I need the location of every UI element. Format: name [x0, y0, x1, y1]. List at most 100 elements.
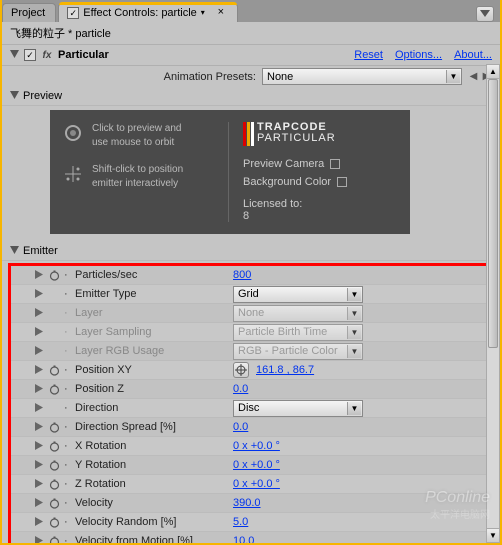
menu-triangle-icon	[480, 10, 490, 18]
prop-row: ·Emitter TypeGrid▼	[11, 285, 491, 304]
prop-label: Layer Sampling	[75, 326, 230, 338]
orbit-icon[interactable]	[62, 122, 84, 144]
prop-row: ·Direction Spread [%]0.0	[11, 418, 491, 437]
licensed-to: Licensed to: 8	[243, 198, 398, 222]
prop-label: Velocity	[75, 497, 230, 509]
twisty-prop[interactable]	[35, 327, 45, 337]
preset-prev-button[interactable]: ◀	[468, 69, 479, 84]
twisty-effect[interactable]	[10, 50, 20, 60]
preview-label: Preview	[23, 90, 62, 102]
options-link[interactable]: Options...	[395, 49, 442, 61]
twisty-prop[interactable]	[35, 308, 45, 318]
vertical-scrollbar[interactable]: ▲ ▼	[486, 64, 500, 543]
panel-menu-button[interactable]	[476, 6, 494, 22]
twisty-prop[interactable]	[35, 270, 45, 280]
prop-value[interactable]: 800	[233, 269, 251, 281]
stopwatch-icon[interactable]	[48, 497, 61, 510]
stopwatch-icon[interactable]	[48, 269, 61, 282]
crosshair-button[interactable]	[233, 362, 249, 378]
stopwatch-icon[interactable]	[48, 459, 61, 472]
prop-value[interactable]: 0 x +0.0 °	[233, 459, 280, 471]
prop-value[interactable]: 5.0	[233, 516, 248, 528]
prop-row: ·Velocity from Motion [%]10.0	[11, 532, 491, 543]
scroll-thumb[interactable]	[488, 79, 498, 348]
twisty-preview[interactable]	[10, 91, 20, 101]
scroll-down-button[interactable]: ▼	[487, 528, 499, 542]
prop-label: Position XY	[75, 364, 230, 376]
prop-label: Y Rotation	[75, 459, 230, 471]
prop-row: ·Position Z0.0	[11, 380, 491, 399]
effect-toggle-icon[interactable]: ✓	[67, 7, 79, 19]
close-icon[interactable]: ×	[215, 7, 227, 19]
preview-box: Click to preview and use mouse to orbit …	[50, 110, 410, 234]
stopwatch-icon[interactable]	[48, 440, 61, 453]
twisty-prop[interactable]	[35, 536, 45, 543]
bg-color-swatch[interactable]	[337, 177, 347, 187]
stopwatch-icon[interactable]	[48, 364, 61, 377]
prop-row: ·DirectionDisc▼	[11, 399, 491, 418]
prop-row: ·Velocity Random [%]5.0	[11, 513, 491, 532]
prop-dropdown[interactable]: Grid▼	[233, 286, 363, 303]
twisty-prop[interactable]	[35, 460, 45, 470]
tab-dropdown-icon[interactable]: ▾	[201, 8, 211, 18]
tab-effect-controls[interactable]: ✓ Effect Controls: particle ▾ ×	[58, 3, 238, 22]
prop-label: Particles/sec	[75, 269, 230, 281]
stopwatch-icon[interactable]	[48, 421, 61, 434]
fx-icon: fx	[40, 48, 54, 62]
prop-dropdown[interactable]: Disc▼	[233, 400, 363, 417]
effect-enable-checkbox[interactable]: ✓	[24, 49, 36, 61]
prop-label: Position Z	[75, 383, 230, 395]
scroll-track[interactable]	[487, 79, 499, 528]
tab-project[interactable]: Project	[2, 3, 56, 22]
prop-row: ·Y Rotation0 x +0.0 °	[11, 456, 491, 475]
prop-value[interactable]: 0.0	[233, 421, 248, 433]
twisty-prop[interactable]	[35, 441, 45, 451]
orbit-text: Click to preview and use mouse to orbit	[92, 122, 181, 149]
twisty-prop[interactable]	[35, 403, 45, 413]
chevron-down-icon: ▼	[347, 307, 361, 320]
prop-row: ·Position XY161.8 , 86.7	[11, 361, 491, 380]
prop-row: ·Z Rotation0 x +0.0 °	[11, 475, 491, 494]
prop-value[interactable]: 0 x +0.0 °	[233, 478, 280, 490]
chevron-down-icon: ▼	[347, 326, 361, 339]
stopwatch-icon[interactable]	[48, 535, 61, 544]
prop-label: Emitter Type	[75, 288, 230, 300]
stopwatch-icon[interactable]	[48, 516, 61, 529]
reset-link[interactable]: Reset	[354, 49, 383, 61]
twisty-prop[interactable]	[35, 289, 45, 299]
twisty-prop[interactable]	[35, 384, 45, 394]
prop-value[interactable]: 0.0	[233, 383, 248, 395]
prop-row: ·Layer SamplingParticle Birth Time▼	[11, 323, 491, 342]
effect-header: ✓ fx Particular Reset Options... About..…	[2, 45, 500, 66]
twisty-prop[interactable]	[35, 479, 45, 489]
prop-dropdown: RGB - Particle Color▼	[233, 343, 363, 360]
prop-value[interactable]: 161.8 , 86.7	[256, 364, 314, 376]
twisty-emitter[interactable]	[10, 246, 20, 256]
prop-label: Z Rotation	[75, 478, 230, 490]
stopwatch-icon[interactable]	[48, 478, 61, 491]
panel-tabs: Project ✓ Effect Controls: particle ▾ ×	[2, 0, 500, 22]
scroll-up-button[interactable]: ▲	[487, 65, 499, 79]
prop-value[interactable]: 390.0	[233, 497, 261, 509]
about-link[interactable]: About...	[454, 49, 492, 61]
presets-label: Animation Presets:	[164, 71, 256, 83]
presets-dropdown[interactable]: None ▼	[262, 68, 462, 85]
brand-logo: TRAPCODE PARTICULAR	[243, 122, 398, 146]
twisty-prop[interactable]	[35, 365, 45, 375]
stopwatch-icon[interactable]	[48, 383, 61, 396]
shift-text: Shift-click to position emitter interact…	[92, 163, 183, 190]
prop-value[interactable]: 0 x +0.0 °	[233, 440, 280, 452]
prop-label: Layer	[75, 307, 230, 319]
bg-color-label: Background Color	[243, 176, 331, 188]
prop-label: X Rotation	[75, 440, 230, 452]
prop-row: ·X Rotation0 x +0.0 °	[11, 437, 491, 456]
twisty-prop[interactable]	[35, 498, 45, 508]
prop-value[interactable]: 10.0	[233, 535, 254, 543]
preview-camera-checkbox[interactable]	[330, 159, 340, 169]
twisty-prop[interactable]	[35, 517, 45, 527]
tab-project-label: Project	[11, 7, 45, 19]
twisty-prop[interactable]	[35, 422, 45, 432]
position-icon[interactable]	[62, 163, 84, 185]
twisty-prop[interactable]	[35, 346, 45, 356]
emitter-properties: ·Particles/sec800·Emitter TypeGrid▼·Laye…	[8, 263, 494, 543]
